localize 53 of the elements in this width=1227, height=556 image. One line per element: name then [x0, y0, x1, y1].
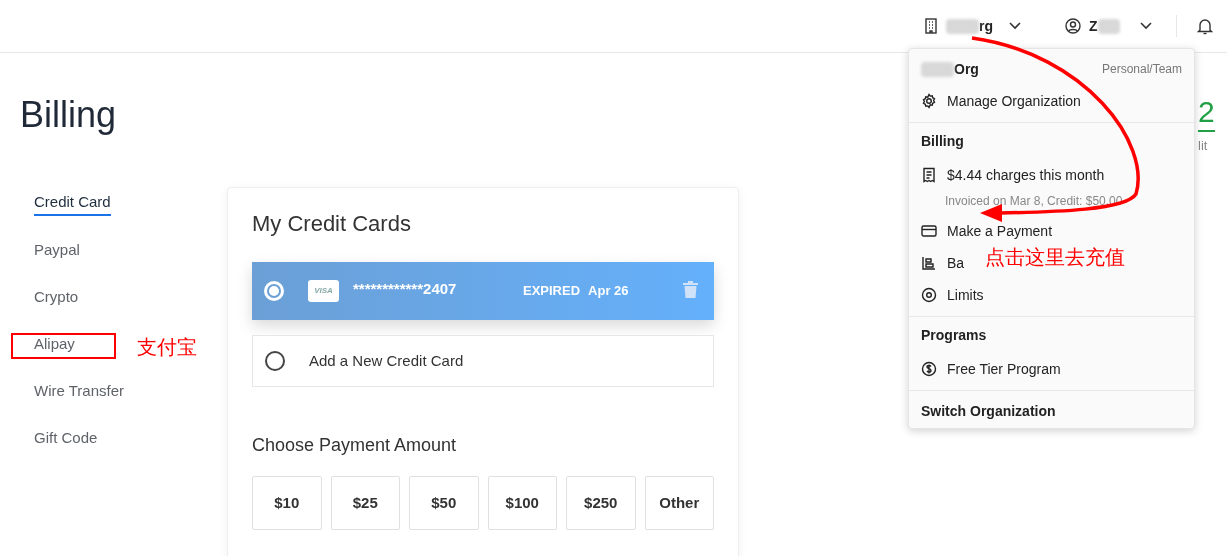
amount-button[interactable]: Other	[644, 476, 714, 530]
menu-item[interactable]: Make a Payment	[909, 215, 1065, 247]
card-option-row[interactable]: Add a New Credit Card	[252, 335, 714, 387]
redaction-blur	[921, 61, 954, 77]
menu-section-title: Billing	[920, 131, 965, 151]
sidebar-tab[interactable]: Paypal	[34, 237, 80, 263]
menu-item[interactable]: Switch Organization	[921, 400, 1056, 422]
amount-button[interactable]: $100	[487, 476, 557, 530]
sidebar-tab[interactable]: Gift Code	[34, 425, 98, 451]
stat-label: lit	[1198, 137, 1208, 155]
menu-item[interactable]: Limits	[909, 279, 996, 311]
annotation-text: 支付宝	[137, 335, 197, 360]
amount-button[interactable]: $50	[409, 476, 479, 530]
section-title: Choose Payment Amount	[252, 434, 458, 457]
menu-item[interactable]: Free Tier Program	[909, 353, 1073, 385]
chevron-down-icon[interactable]	[1139, 22, 1152, 30]
card-brand: VISA	[308, 280, 339, 302]
chart-icon	[921, 255, 937, 271]
credit-card-icon	[921, 223, 937, 239]
page-title: Billing	[20, 93, 117, 137]
organization-name[interactable]: rg	[979, 15, 993, 37]
card-status: EXPIRED	[523, 282, 581, 301]
annotation-text: 点击这里去充值	[985, 245, 1125, 270]
card-option-label: Add a New Credit Card	[309, 350, 464, 371]
menu-item[interactable]: Ba	[909, 247, 977, 279]
building-icon	[924, 18, 938, 34]
sidebar-tab[interactable]: Crypto	[34, 284, 79, 310]
target-icon	[921, 287, 937, 303]
sidebar-tab[interactable]: Credit Card	[34, 190, 111, 216]
sidebar-tab[interactable]: Wire Transfer	[34, 378, 124, 404]
receipt-icon	[921, 167, 937, 183]
chevron-down-icon[interactable]	[1009, 22, 1021, 30]
sidebar-tab[interactable]: Alipay	[34, 331, 75, 357]
dollar-icon	[921, 361, 937, 377]
user-icon	[1065, 18, 1081, 34]
menu-section-title: Programs	[920, 325, 988, 345]
card-expiry: Apr 26	[588, 282, 629, 301]
menu-item[interactable]: $4.44 charges this month	[909, 159, 1117, 191]
bell-icon[interactable]	[1196, 17, 1213, 35]
redaction-blur	[946, 18, 979, 34]
organization-name: Org	[954, 59, 979, 79]
organization-type: Personal/Team	[1101, 61, 1182, 78]
panel-title: My Credit Cards	[252, 210, 412, 238]
stat-value: 2	[1198, 94, 1215, 132]
menu-item[interactable]: Manage Organization	[909, 85, 1093, 117]
card-number: ************2407	[353, 279, 458, 300]
gear-icon	[921, 93, 937, 109]
amount-button[interactable]: $25	[330, 476, 400, 530]
redaction-blur	[1097, 18, 1120, 34]
amount-button[interactable]: $250	[566, 476, 636, 530]
user-name[interactable]: Z	[1089, 15, 1098, 37]
radio-button[interactable]	[265, 351, 285, 371]
amount-button[interactable]: $10	[252, 476, 322, 530]
